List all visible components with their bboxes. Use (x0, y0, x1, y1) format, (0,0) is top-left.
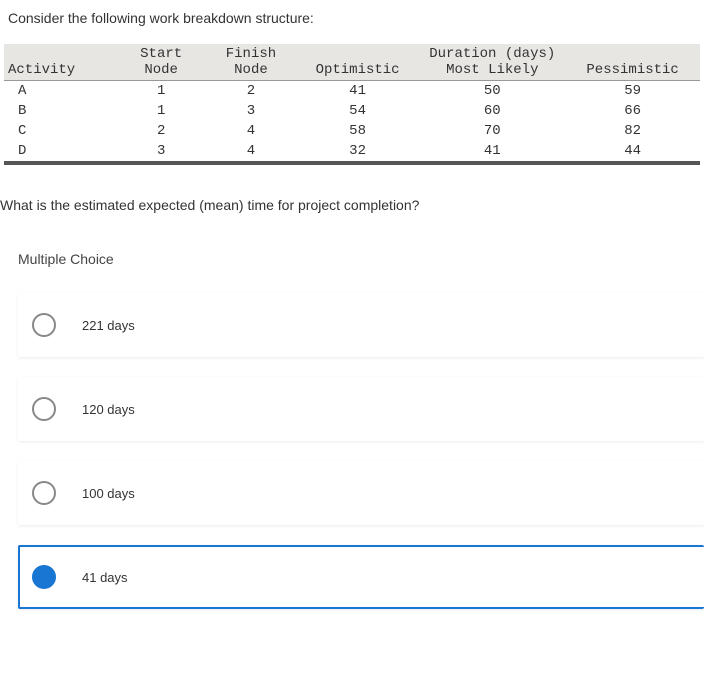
th-activity: Activity (4, 62, 116, 81)
th-empty (4, 44, 116, 62)
cell-start: 2 (116, 121, 206, 141)
th-empty (565, 44, 700, 62)
cell-start: 3 (116, 141, 206, 163)
option-1[interactable]: 120 days (18, 377, 704, 441)
option-label: 120 days (82, 402, 135, 417)
option-2[interactable]: 100 days (18, 461, 704, 525)
table-row: A12415059 (4, 81, 700, 102)
th-optimistic: Optimistic (296, 62, 419, 81)
cell-pessimistic: 59 (565, 81, 700, 102)
cell-finish: 4 (206, 121, 296, 141)
cell-pessimistic: 44 (565, 141, 700, 163)
th-pessimistic: Pessimistic (565, 62, 700, 81)
th-finish-node: Node (206, 62, 296, 81)
option-label: 100 days (82, 486, 135, 501)
multiple-choice-header: Multiple Choice (18, 251, 704, 267)
th-start-node: Node (116, 62, 206, 81)
cell-finish: 4 (206, 141, 296, 163)
th-finish-top: Finish (206, 44, 296, 62)
option-0[interactable]: 221 days (18, 293, 704, 357)
radio-icon (32, 397, 56, 421)
wbs-table: Start Finish Duration (days) Activity No… (4, 44, 700, 165)
cell-most-likely: 70 (419, 121, 565, 141)
option-3[interactable]: 41 days (18, 545, 704, 609)
cell-optimistic: 41 (296, 81, 419, 102)
th-start-top: Start (116, 44, 206, 62)
th-empty (296, 44, 419, 62)
cell-most-likely: 50 (419, 81, 565, 102)
radio-icon (32, 565, 56, 589)
table-header-row-2: Activity Node Node Optimistic Most Likel… (4, 62, 700, 81)
cell-activity: B (4, 101, 116, 121)
table-row: C24587082 (4, 121, 700, 141)
cell-activity: C (4, 121, 116, 141)
cell-finish: 3 (206, 101, 296, 121)
cell-optimistic: 32 (296, 141, 419, 163)
cell-optimistic: 54 (296, 101, 419, 121)
question-text: What is the estimated expected (mean) ti… (0, 169, 704, 221)
cell-start: 1 (116, 81, 206, 102)
cell-finish: 2 (206, 81, 296, 102)
cell-pessimistic: 66 (565, 101, 700, 121)
th-duration-top: Duration (days) (419, 44, 565, 62)
cell-activity: A (4, 81, 116, 102)
table-header-row-1: Start Finish Duration (days) (4, 44, 700, 62)
cell-pessimistic: 82 (565, 121, 700, 141)
intro-text: Consider the following work breakdown st… (0, 0, 704, 44)
cell-activity: D (4, 141, 116, 163)
cell-most-likely: 60 (419, 101, 565, 121)
th-most-likely: Most Likely (419, 62, 565, 81)
multiple-choice-container: Multiple Choice 221 days 120 days 100 days… (0, 251, 704, 609)
radio-icon (32, 481, 56, 505)
table-row: D34324144 (4, 141, 700, 163)
radio-icon (32, 313, 56, 337)
table-row: B13546066 (4, 101, 700, 121)
option-label: 41 days (82, 570, 128, 585)
option-label: 221 days (82, 318, 135, 333)
cell-most-likely: 41 (419, 141, 565, 163)
cell-optimistic: 58 (296, 121, 419, 141)
cell-start: 1 (116, 101, 206, 121)
